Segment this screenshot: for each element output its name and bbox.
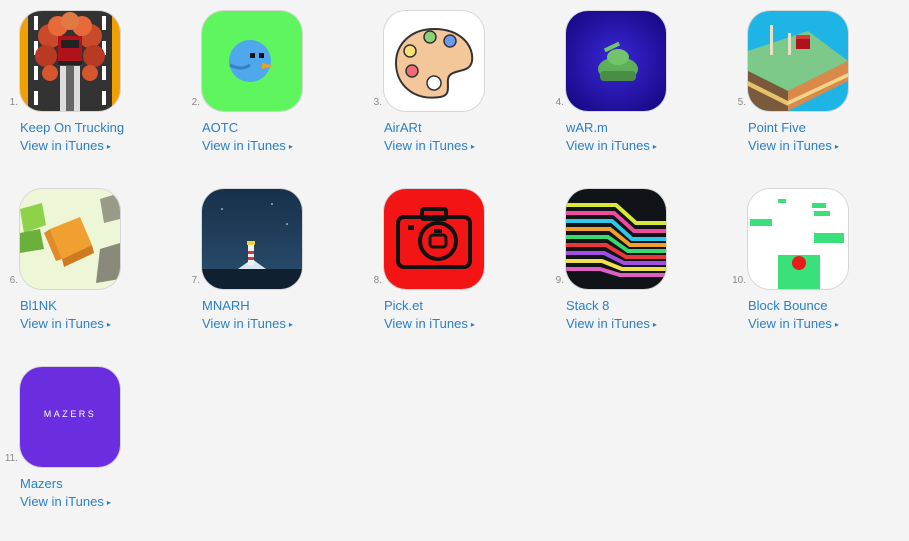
view-in-itunes-label: View in iTunes [566,138,650,153]
view-in-itunes-label: View in iTunes [384,138,468,153]
app-name-link[interactable]: Point Five [748,120,806,135]
rank-number: 8. [373,275,382,286]
rank-number: 5. [737,97,746,108]
app-name-link[interactable]: MNARH [202,298,250,313]
view-in-itunes-label: View in iTunes [20,494,104,509]
voxel-cube-icon[interactable] [20,189,120,289]
bouncing-ball-icon[interactable] [748,189,848,289]
rank-number: 4. [555,97,564,108]
neon-stripes-icon[interactable] [566,189,666,289]
rank-number: 1. [9,97,18,108]
app-item: 6. Bl1NK View in iTunes ▸ [0,189,160,339]
app-grid: 1. Keep On Trucking View in iTunes ▸ 2. … [0,0,909,541]
app-item: 10. Block Bounce View in iTunes ▸ [728,189,888,339]
app-item: 9. Stack 8 View in iTunes ▸ [546,189,706,339]
view-in-itunes-link[interactable]: View in iTunes ▸ [566,138,657,153]
app-name-link[interactable]: Mazers [20,476,63,491]
svg-text:MAZERS: MAZERS [44,409,97,419]
view-in-itunes-link[interactable]: View in iTunes ▸ [202,138,293,153]
rank-number: 2. [191,97,200,108]
blue-bird-icon[interactable] [202,11,302,111]
chevron-right-icon: ▸ [288,142,293,151]
view-in-itunes-label: View in iTunes [748,138,832,153]
view-in-itunes-link[interactable]: View in iTunes ▸ [566,316,657,331]
view-in-itunes-label: View in iTunes [384,316,468,331]
lighthouse-icon[interactable] [202,189,302,289]
app-name-link[interactable]: wAR.m [566,120,608,135]
cube-platform-icon[interactable] [748,11,848,111]
chevron-right-icon: ▸ [106,142,111,151]
chevron-right-icon: ▸ [834,320,839,329]
tank-icon[interactable] [566,11,666,111]
app-item: 1. Keep On Trucking View in iTunes ▸ [0,11,160,161]
view-in-itunes-link[interactable]: View in iTunes ▸ [384,316,475,331]
app-item: 2. AOTC View in iTunes ▸ [182,11,342,161]
rank-number: 6. [9,275,18,286]
view-in-itunes-label: View in iTunes [202,138,286,153]
chevron-right-icon: ▸ [470,320,475,329]
view-in-itunes-label: View in iTunes [748,316,832,331]
camera-robot-icon[interactable] [384,189,484,289]
view-in-itunes-label: View in iTunes [20,138,104,153]
mazers-logo-icon[interactable]: MAZERS [20,367,120,467]
view-in-itunes-link[interactable]: View in iTunes ▸ [20,494,111,509]
paint-palette-icon[interactable] [384,11,484,111]
view-in-itunes-link[interactable]: View in iTunes ▸ [748,316,839,331]
view-in-itunes-link[interactable]: View in iTunes ▸ [748,138,839,153]
app-item: 5. Point Five View in iTunes ▸ [728,11,888,161]
truck-road-icon[interactable] [20,11,120,111]
rank-number: 11. [4,453,18,464]
app-name-link[interactable]: AOTC [202,120,238,135]
app-item: 8. Pick.et View in iTunes ▸ [364,189,524,339]
chevron-right-icon: ▸ [106,498,111,507]
app-item: 4. wAR.m View in iTunes ▸ [546,11,706,161]
app-name-link[interactable]: Stack 8 [566,298,609,313]
chevron-right-icon: ▸ [652,142,657,151]
chevron-right-icon: ▸ [288,320,293,329]
rank-number: 3. [373,97,382,108]
view-in-itunes-link[interactable]: View in iTunes ▸ [384,138,475,153]
view-in-itunes-label: View in iTunes [20,316,104,331]
app-name-link[interactable]: Block Bounce [748,298,828,313]
rank-number: 7. [191,275,200,286]
app-name-link[interactable]: Pick.et [384,298,423,313]
chevron-right-icon: ▸ [652,320,657,329]
rank-number: 9. [555,275,564,286]
rank-number: 10. [732,275,746,286]
view-in-itunes-link[interactable]: View in iTunes ▸ [20,138,111,153]
app-name-link[interactable]: Bl1NK [20,298,57,313]
app-name-link[interactable]: Keep On Trucking [20,120,124,135]
view-in-itunes-label: View in iTunes [202,316,286,331]
view-in-itunes-link[interactable]: View in iTunes ▸ [202,316,293,331]
view-in-itunes-link[interactable]: View in iTunes ▸ [20,316,111,331]
chevron-right-icon: ▸ [470,142,475,151]
chevron-right-icon: ▸ [106,320,111,329]
app-name-link[interactable]: AirARt [384,120,422,135]
app-item: 3. AirARt View in iTunes ▸ [364,11,524,161]
chevron-right-icon: ▸ [834,142,839,151]
view-in-itunes-label: View in iTunes [566,316,650,331]
app-item: 7. MNARH View in iTunes ▸ [182,189,342,339]
app-item: 11. MAZERS Mazers View in iTunes ▸ [0,367,160,517]
